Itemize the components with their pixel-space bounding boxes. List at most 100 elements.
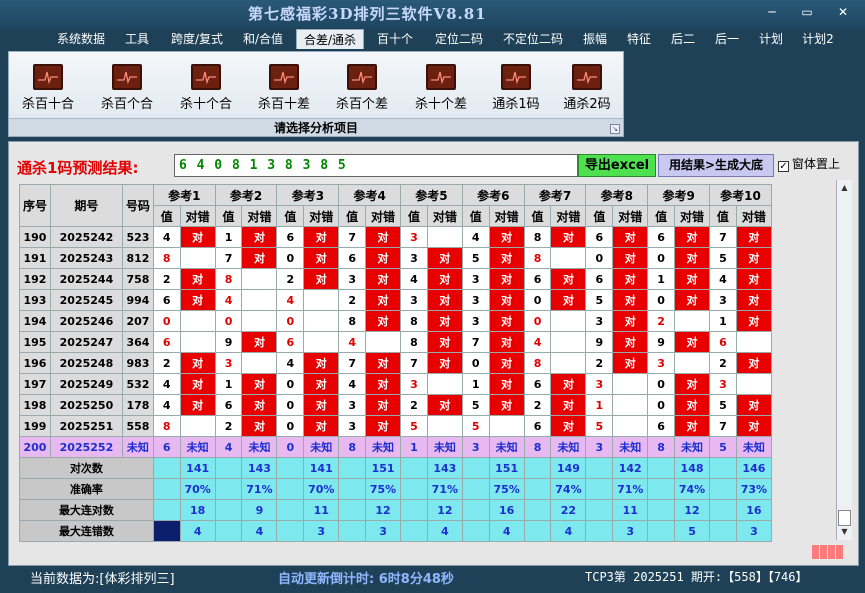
stat-spacer xyxy=(585,520,614,542)
table-row[interactable]: 199 2025251 558 8 2 对 0 对 3 对 5 5 6 对 5 6 对 7 对 xyxy=(19,415,773,437)
value-header: 值 xyxy=(461,205,490,227)
predicted-value-cell: 4 xyxy=(214,436,243,458)
minimize-button[interactable]: ─ xyxy=(764,5,780,19)
table-row[interactable]: 190 2025242 523 4 对 1 对 6 对 7 对 3 4 对 8 对 6 对 6 对 7 对 xyxy=(19,226,773,248)
ribbon-button-kill-one-code[interactable]: 通杀1码 xyxy=(481,64,551,114)
stat-spacer xyxy=(647,520,676,542)
vertical-scrollbar[interactable]: ▲ ▼ xyxy=(836,180,852,540)
scroll-down-icon[interactable]: ▼ xyxy=(838,525,851,539)
expand-icon[interactable]: ↘ xyxy=(610,124,620,134)
ref-header-10[interactable]: 参考10 xyxy=(709,184,772,206)
value-header: 值 xyxy=(400,205,428,227)
hit-mark: 对 xyxy=(612,331,649,353)
value-cell: 6 xyxy=(647,415,676,437)
ribbon-button-kill-hundreds-units-diff[interactable]: 杀百个差 xyxy=(327,64,397,114)
ref-header-6[interactable]: 参考6 xyxy=(461,184,525,206)
ribbon-button-kill-two-codes[interactable]: 通杀2码 xyxy=(552,64,622,114)
table-row[interactable]: 194 2025246 207 0 0 0 8 对 8 对 3 对 0 3 对 2 1 对 xyxy=(19,310,773,332)
period-cell: 2025244 xyxy=(49,268,123,290)
menu-sum-value[interactable]: 和/合值 xyxy=(236,29,290,49)
hit-mark: 对 xyxy=(488,373,525,395)
stat-spacer xyxy=(647,478,676,500)
prediction-label: 通杀1码预测结果: xyxy=(17,159,139,177)
stat-value: 5 xyxy=(674,520,711,542)
value-cell: 5 xyxy=(709,394,737,416)
maximize-button[interactable]: ▭ xyxy=(799,5,815,19)
ref-header-8[interactable]: 参考8 xyxy=(585,184,649,206)
menu-position-two[interactable]: 定位二码 xyxy=(428,29,490,49)
ref-header-3[interactable]: 参考3 xyxy=(276,184,340,206)
stat-spacer xyxy=(152,457,181,479)
menu-tools[interactable]: 工具 xyxy=(118,29,156,49)
stat-spacer xyxy=(152,520,181,542)
menu-sum-diff-kill[interactable]: 合差/通杀 xyxy=(296,29,364,49)
table-row[interactable]: 195 2025247 364 6 9 对 6 4 8 对 7 对 4 9 对 9 对 6 xyxy=(19,331,773,353)
value-cell: 4 xyxy=(152,373,181,395)
window-topmost-toggle[interactable]: ✓ 窗体置上 xyxy=(778,155,840,172)
table-row[interactable]: 198 2025250 178 4 对 6 对 0 对 3 对 2 对 5 对 2 对 1 0 对 5 对 xyxy=(19,394,773,416)
table-row[interactable]: 192 2025244 758 2 对 8 2 对 3 对 4 对 3 对 6 对 6 对 1 对 4 对 xyxy=(19,268,773,290)
ribbon-button-kill-hundreds-tens-sum[interactable]: 杀百十合 xyxy=(13,64,83,114)
ref-header-9[interactable]: 参考9 xyxy=(647,184,711,206)
stat-spacer xyxy=(461,520,490,542)
hit-mark: 对 xyxy=(550,268,587,290)
hit-mark: 对 xyxy=(365,310,402,332)
menu-amplitude[interactable]: 振幅 xyxy=(576,29,614,49)
value-cell: 5 xyxy=(585,415,614,437)
table-row[interactable]: 197 2025249 532 4 对 1 对 0 对 4 对 3 1 对 6 对 3 0 对 3 xyxy=(19,373,773,395)
menu-hundreds-tens-units[interactable]: 百十个 xyxy=(370,29,420,49)
menu-span-compound[interactable]: 跨度/复式 xyxy=(162,29,232,49)
stat-spacer xyxy=(461,478,490,500)
ribbon-button-kill-hundreds-units-sum[interactable]: 杀百个合 xyxy=(92,64,162,114)
stat-value: 148 xyxy=(674,457,711,479)
seq-cell: 191 xyxy=(19,247,51,269)
stat-spacer xyxy=(585,499,614,521)
unknown-mark: 未知 xyxy=(550,436,587,458)
menu-system-data[interactable]: 系统数据 xyxy=(50,29,112,49)
menu-last-one[interactable]: 后一 xyxy=(708,29,746,49)
menu-feature[interactable]: 特征 xyxy=(620,29,658,49)
ref-header-2[interactable]: 参考2 xyxy=(214,184,278,206)
ref-header-1[interactable]: 参考1 xyxy=(152,184,216,206)
ribbon-panel: 杀百十合 杀百个合 杀十个合 杀百十差 杀百个差 杀十个差 通杀1码 通杀2码 … xyxy=(8,51,624,137)
ref-header-4[interactable]: 参考4 xyxy=(338,184,402,206)
scroll-thumb[interactable] xyxy=(838,510,851,526)
hit-mark: 对 xyxy=(241,226,278,248)
value-header: 值 xyxy=(709,205,737,227)
table-row[interactable]: 191 2025243 812 8 7 对 0 对 6 对 3 对 5 对 8 0 对 0 对 5 对 xyxy=(19,247,773,269)
period-cell: 2025247 xyxy=(49,331,123,353)
hit-mark: 对 xyxy=(735,226,773,248)
value-cell: 0 xyxy=(523,310,552,332)
prediction-row[interactable]: 200 2025252 未知 6 未知 4 未知 0 未知 8 未知 1 未知 3 未知 8 未知 3 未知 8 未知 5… xyxy=(19,436,773,458)
value-cell: 3 xyxy=(461,289,490,311)
ref-header-7[interactable]: 参考7 xyxy=(523,184,587,206)
ribbon-button-kill-hundreds-tens-diff[interactable]: 杀百十差 xyxy=(249,64,319,114)
stat-value: 75% xyxy=(488,478,525,500)
menu-last-two[interactable]: 后二 xyxy=(664,29,702,49)
ribbon-label: 通杀2码 xyxy=(563,97,611,112)
stat-value: 22 xyxy=(550,499,587,521)
number-cell: 532 xyxy=(121,373,154,395)
hit-mark: 对 xyxy=(735,394,773,416)
right-wrong-header: 对错 xyxy=(612,205,649,227)
topmost-checkbox[interactable]: ✓ xyxy=(778,161,789,172)
menu-plan[interactable]: 计划 xyxy=(752,29,790,49)
value-header: 值 xyxy=(647,205,676,227)
seq-cell: 200 xyxy=(19,436,51,458)
hit-mark: 对 xyxy=(426,331,463,353)
menu-nonposition-two[interactable]: 不定位二码 xyxy=(496,29,570,49)
ref-header-5[interactable]: 参考5 xyxy=(400,184,463,206)
ribbon-button-kill-tens-units-sum[interactable]: 杀十个合 xyxy=(171,64,241,114)
export-excel-button[interactable]: 导出excel xyxy=(578,154,656,177)
right-wrong-header: 对错 xyxy=(179,205,216,227)
menu-plan2[interactable]: 计划2 xyxy=(796,29,840,49)
table-row[interactable]: 196 2025248 983 2 对 3 4 对 7 对 7 对 0 对 8 2 对 3 2 对 xyxy=(19,352,773,374)
value-cell: 1 xyxy=(709,310,737,332)
prediction-result-field[interactable]: 6 4 0 8 1 3 8 3 8 5 xyxy=(174,154,578,177)
table-row[interactable]: 193 2025245 994 6 对 4 4 2 对 3 对 3 对 0 对 5 对 0 对 3 对 xyxy=(19,289,773,311)
value-header: 值 xyxy=(214,205,243,227)
ribbon-button-kill-tens-units-diff[interactable]: 杀十个差 xyxy=(406,64,476,114)
scroll-up-icon[interactable]: ▲ xyxy=(838,181,851,195)
generate-base-button[interactable]: 用结果>生成大底 xyxy=(658,154,774,177)
close-button[interactable]: ✕ xyxy=(835,5,851,19)
